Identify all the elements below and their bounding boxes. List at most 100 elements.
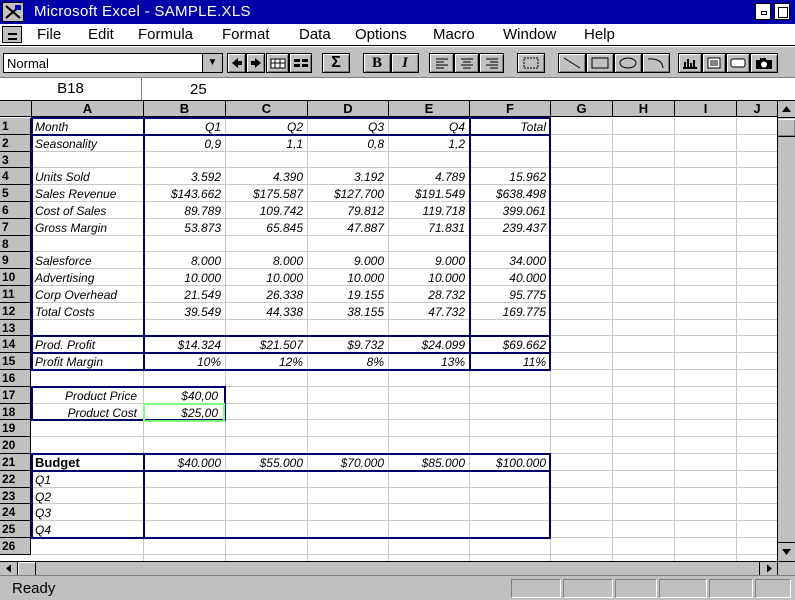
- bold-icon: B: [371, 54, 382, 71]
- excel-window: Microsoft Excel - SAMPLE.XLS File Edit F…: [0, 0, 795, 600]
- border-button[interactable]: [517, 53, 545, 73]
- outline-button[interactable]: [266, 53, 289, 73]
- column-header-a[interactable]: A: [32, 101, 144, 117]
- row-header-17[interactable]: 17: [0, 386, 31, 404]
- italic-button[interactable]: I: [391, 53, 419, 73]
- column-header-e[interactable]: E: [389, 101, 470, 117]
- promote-button[interactable]: [227, 53, 246, 73]
- column-header-d[interactable]: D: [308, 101, 389, 117]
- range-border: [143, 117, 145, 370]
- document-control-menu-icon[interactable]: [2, 26, 22, 43]
- maximize-button[interactable]: [774, 3, 790, 20]
- style-box[interactable]: Normal ▼: [3, 53, 223, 73]
- row-header-25[interactable]: 25: [0, 521, 31, 538]
- bold-button[interactable]: B: [363, 53, 391, 73]
- row-header-15[interactable]: 15: [0, 353, 31, 370]
- scroll-up-arrow-icon[interactable]: [778, 101, 795, 118]
- row-header-19[interactable]: 19: [0, 420, 31, 438]
- scroll-right-arrow-icon[interactable]: [759, 562, 777, 575]
- demote-button[interactable]: [246, 53, 265, 73]
- status-indicator-pane: [563, 579, 613, 598]
- outline-icon: [270, 58, 285, 69]
- menu-macro[interactable]: Macro: [433, 26, 475, 43]
- row-header-3[interactable]: 3: [0, 151, 31, 169]
- autosum-button[interactable]: Σ: [322, 53, 350, 73]
- minimize-button[interactable]: [755, 3, 771, 20]
- rectangle-tool-button[interactable]: [586, 53, 614, 73]
- menu-help[interactable]: Help: [584, 26, 615, 43]
- row-header-2[interactable]: 2: [0, 134, 31, 152]
- horizontal-scroll-thumb[interactable]: [18, 562, 36, 575]
- column-header-j[interactable]: J: [737, 101, 777, 117]
- row-header-24[interactable]: 24: [0, 504, 31, 522]
- name-box[interactable]: B18: [0, 78, 142, 100]
- range-border: [31, 117, 551, 371]
- align-right-button[interactable]: [479, 53, 504, 73]
- align-center-button[interactable]: [454, 53, 479, 73]
- row-header-22[interactable]: 22: [0, 470, 31, 488]
- range-border: [31, 469, 551, 472]
- row-header-4[interactable]: 4: [0, 168, 31, 186]
- oval-icon: [619, 57, 637, 69]
- vertical-scroll-thumb[interactable]: [778, 119, 795, 137]
- line-tool-button[interactable]: [558, 53, 586, 73]
- camera-tool-button[interactable]: [750, 53, 778, 73]
- row-header-9[interactable]: 9: [0, 252, 31, 270]
- chart-tool-button[interactable]: [678, 53, 702, 73]
- row-header-12[interactable]: 12: [0, 302, 31, 320]
- row-header-16[interactable]: 16: [0, 370, 31, 387]
- textbox-icon: [707, 57, 721, 69]
- row-header-20[interactable]: 20: [0, 437, 31, 454]
- column-header-b[interactable]: B: [144, 101, 226, 117]
- select-all-corner[interactable]: [0, 101, 32, 117]
- excel-app-icon[interactable]: [2, 2, 24, 22]
- menu-file[interactable]: File: [37, 26, 61, 43]
- column-header-c[interactable]: C: [226, 101, 308, 117]
- oval-tool-button[interactable]: [614, 53, 642, 73]
- column-header-i[interactable]: I: [675, 101, 737, 117]
- align-left-icon: [435, 58, 448, 69]
- sigma-icon: Σ: [331, 54, 341, 71]
- row-header-13[interactable]: 13: [0, 319, 31, 337]
- row-header-23[interactable]: 23: [0, 487, 31, 505]
- align-left-button[interactable]: [429, 53, 454, 73]
- scroll-left-arrow-icon[interactable]: [0, 562, 18, 575]
- line-icon: [563, 57, 581, 69]
- row-header-8[interactable]: 8: [0, 235, 31, 253]
- menu-window[interactable]: Window: [503, 26, 556, 43]
- select-visible-icon: [293, 59, 308, 67]
- horizontal-scrollbar[interactable]: [0, 561, 777, 575]
- formula-input[interactable]: 25: [190, 79, 207, 101]
- range-border: [469, 117, 471, 370]
- row-header-14[interactable]: 14: [0, 336, 31, 354]
- menu-format[interactable]: Format: [222, 26, 270, 43]
- row-header-7[interactable]: 7: [0, 218, 31, 236]
- menu-options[interactable]: Options: [355, 26, 407, 43]
- menu-formula[interactable]: Formula: [138, 26, 193, 43]
- column-header-h[interactable]: H: [613, 101, 675, 117]
- row-header-6[interactable]: 6: [0, 202, 31, 219]
- menu-edit[interactable]: Edit: [88, 26, 114, 43]
- column-header-g[interactable]: G: [551, 101, 613, 117]
- style-box-value: Normal: [7, 56, 49, 71]
- row-header-21[interactable]: 21: [0, 454, 31, 471]
- textbox-tool-button[interactable]: [702, 53, 726, 73]
- row-header-10[interactable]: 10: [0, 269, 31, 286]
- select-visible-button[interactable]: [289, 53, 312, 73]
- row-header-26[interactable]: 26: [0, 538, 31, 555]
- vertical-scrollbar[interactable]: [777, 101, 795, 561]
- chevron-down-icon[interactable]: ▼: [202, 54, 222, 72]
- row-header-11[interactable]: 11: [0, 286, 31, 303]
- status-indicator-pane: [511, 579, 561, 598]
- menu-data[interactable]: Data: [299, 26, 331, 43]
- gridline: [32, 553, 777, 555]
- row-header-5[interactable]: 5: [0, 185, 31, 202]
- row-header-18[interactable]: 18: [0, 403, 31, 421]
- arc-tool-button[interactable]: [642, 53, 670, 73]
- row-header-1[interactable]: 1: [0, 118, 31, 135]
- column-header-f[interactable]: F: [470, 101, 551, 117]
- scroll-down-arrow-icon[interactable]: [778, 542, 795, 560]
- italic-icon: I: [402, 54, 408, 71]
- camera-icon: [756, 57, 772, 69]
- button-tool-button[interactable]: [726, 53, 750, 73]
